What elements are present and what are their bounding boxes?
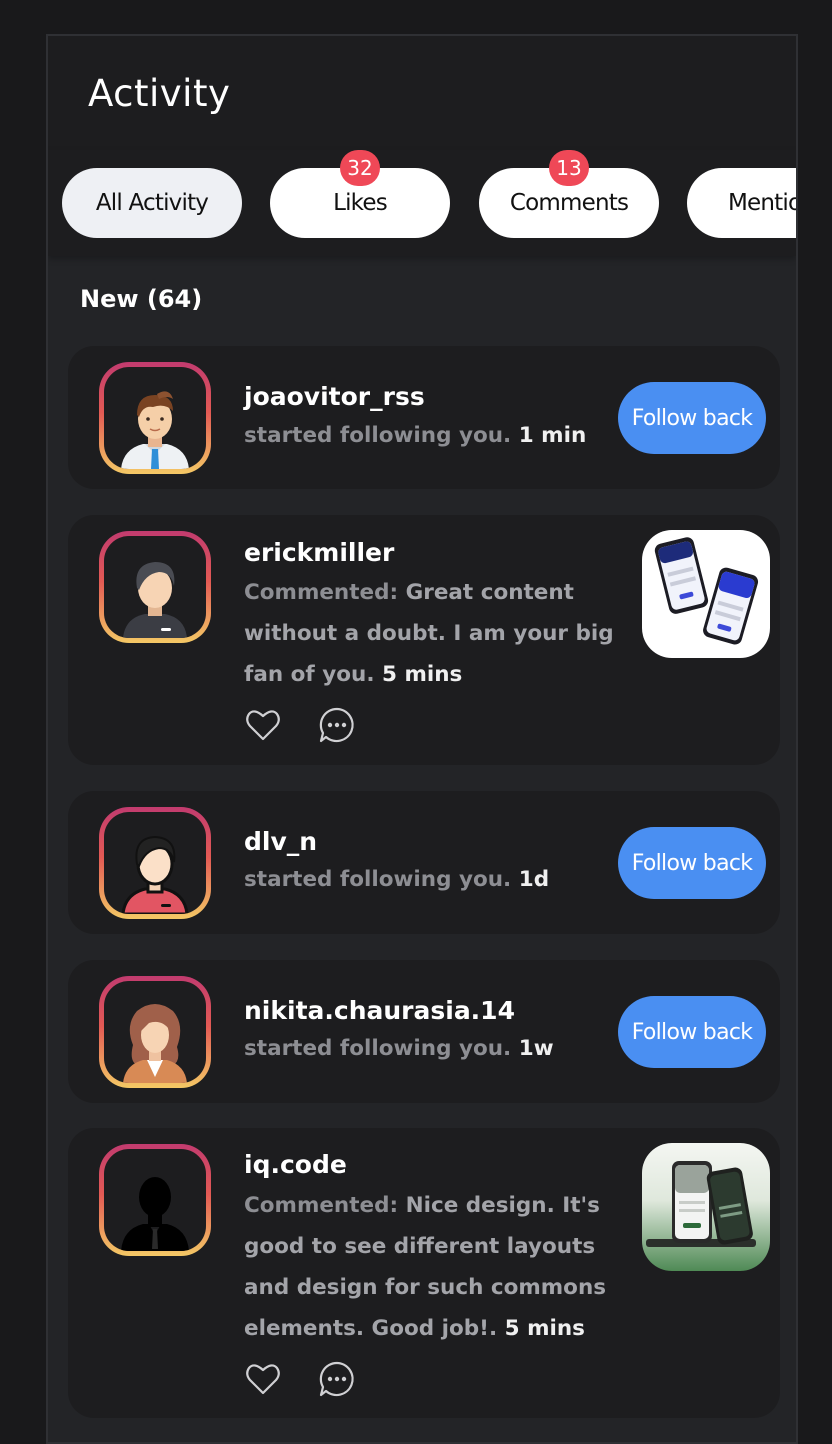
tab-label: Mentions bbox=[728, 190, 796, 216]
activity-panel: Activity All Activity 32 Likes 13 Commen… bbox=[46, 34, 798, 1444]
timestamp: 5 mins bbox=[382, 662, 463, 687]
silhouette-avatar-icon bbox=[104, 1149, 206, 1251]
comment-actions bbox=[244, 1360, 356, 1398]
activity-message: started following you. bbox=[244, 1036, 512, 1061]
page-title: Activity bbox=[88, 72, 231, 115]
heart-icon[interactable] bbox=[244, 706, 282, 744]
avatar[interactable] bbox=[99, 807, 211, 919]
post-thumbnail[interactable] bbox=[642, 1143, 770, 1271]
activity-text: started following you. 1d bbox=[244, 859, 634, 900]
username[interactable]: joaovitor_rss bbox=[244, 382, 425, 411]
activity-message: started following you. bbox=[244, 423, 512, 448]
comments-count-badge: 13 bbox=[549, 150, 589, 186]
activity-text: started following you. 1 min bbox=[244, 415, 634, 456]
username[interactable]: erickmiller bbox=[244, 538, 394, 567]
follow-back-button[interactable]: Follow back bbox=[618, 827, 766, 899]
post-thumbnail[interactable] bbox=[642, 530, 770, 658]
comment-prefix: Commented: bbox=[244, 580, 399, 605]
timestamp: 1 min bbox=[518, 423, 587, 448]
list-item: nikita.chaurasia.14 started following yo… bbox=[68, 960, 780, 1103]
tab-mentions[interactable]: Mentions bbox=[687, 168, 796, 238]
man-tie-avatar-icon bbox=[104, 367, 206, 469]
likes-count-badge: 32 bbox=[340, 150, 380, 186]
comment-prefix: Commented: bbox=[244, 1193, 399, 1218]
activity-message: started following you. bbox=[244, 867, 512, 892]
tab-label: Likes bbox=[333, 190, 388, 216]
avatar[interactable] bbox=[99, 531, 211, 643]
list-item: dlv_n started following you. 1d Follow b… bbox=[68, 791, 780, 934]
username[interactable]: nikita.chaurasia.14 bbox=[244, 996, 515, 1025]
follow-back-button[interactable]: Follow back bbox=[618, 996, 766, 1068]
heart-icon[interactable] bbox=[244, 1360, 282, 1398]
comment-bubble-icon[interactable] bbox=[318, 1360, 356, 1398]
username[interactable]: dlv_n bbox=[244, 827, 317, 856]
tab-label: All Activity bbox=[95, 190, 209, 216]
timestamp: 1w bbox=[518, 1036, 554, 1061]
list-item: erickmiller Commented: Great content wit… bbox=[68, 515, 780, 765]
section-title: New (64) bbox=[80, 285, 203, 313]
avatar[interactable] bbox=[99, 1144, 211, 1256]
man-dark-shirt-avatar-icon bbox=[104, 536, 206, 638]
follow-back-button[interactable]: Follow back bbox=[618, 382, 766, 454]
woman-avatar-icon bbox=[104, 981, 206, 1083]
man-red-shirt-avatar-icon bbox=[104, 812, 206, 914]
list-item: joaovitor_rss started following you. 1 m… bbox=[68, 346, 780, 489]
tab-likes[interactable]: 32 Likes bbox=[270, 150, 450, 238]
comment-bubble-icon[interactable] bbox=[318, 706, 356, 744]
header: Activity bbox=[48, 36, 796, 150]
activity-text: started following you. 1w bbox=[244, 1028, 634, 1069]
comment-text: Commented: Nice design. It's good to see… bbox=[244, 1185, 614, 1349]
username[interactable]: iq.code bbox=[244, 1150, 347, 1179]
tab-all-activity[interactable]: All Activity bbox=[62, 168, 242, 238]
avatar[interactable] bbox=[99, 362, 211, 474]
tab-label: Comments bbox=[509, 190, 629, 216]
tab-comments[interactable]: 13 Comments bbox=[479, 150, 659, 238]
timestamp: 5 mins bbox=[504, 1316, 585, 1341]
avatar[interactable] bbox=[99, 976, 211, 1088]
comment-actions bbox=[244, 706, 356, 744]
timestamp: 1d bbox=[518, 867, 550, 892]
comment-text: Commented: Great content without a doubt… bbox=[244, 572, 614, 695]
filter-tabs: All Activity 32 Likes 13 Comments Mentio… bbox=[48, 150, 796, 256]
list-item: iq.code Commented: Nice design. It's goo… bbox=[68, 1128, 780, 1418]
